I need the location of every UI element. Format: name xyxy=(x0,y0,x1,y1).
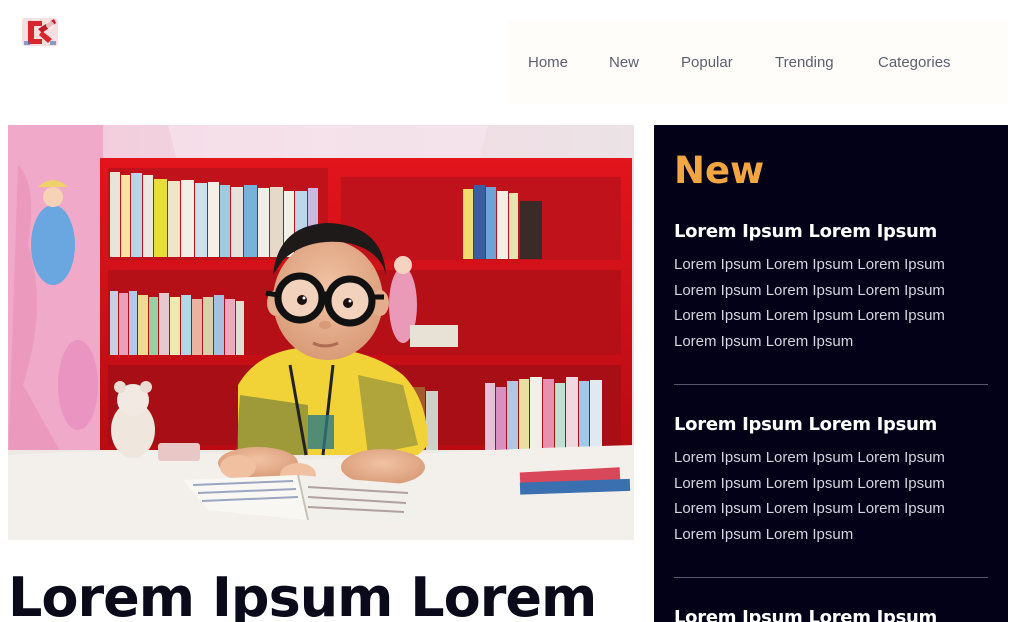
sidebar-divider xyxy=(674,577,988,578)
hero-image[interactable] xyxy=(8,125,634,540)
sidebar-article-title[interactable]: Lorem Ipsum Lorem Ipsum xyxy=(674,414,988,435)
nav-new[interactable]: New xyxy=(609,54,639,71)
sidebar-article[interactable]: Lorem Ipsum Lorem Ipsum xyxy=(674,607,988,622)
sidebar-title: New xyxy=(674,149,765,192)
nav-trending[interactable]: Trending xyxy=(775,54,834,71)
article-headline[interactable]: Lorem Ipsum Lorem xyxy=(8,566,597,622)
sidebar-article[interactable]: Lorem Ipsum Lorem Ipsum Lorem Ipsum Lore… xyxy=(674,221,988,355)
main-nav: Home New Popular Trending Categories xyxy=(508,20,1008,104)
nav-categories[interactable]: Categories xyxy=(878,54,951,71)
sidebar-article-excerpt: Lorem Ipsum Lorem Ipsum Lorem Ipsum Lore… xyxy=(674,256,945,351)
sidebar-article-title[interactable]: Lorem Ipsum Lorem Ipsum xyxy=(674,607,988,622)
logo-icon xyxy=(22,18,58,46)
sidebar-divider xyxy=(674,384,988,385)
nav-popular[interactable]: Popular xyxy=(681,54,733,71)
sidebar-article-title[interactable]: Lorem Ipsum Lorem Ipsum xyxy=(674,221,988,242)
new-sidebar: New Lorem Ipsum Lorem Ipsum Lorem Ipsum … xyxy=(654,125,1008,622)
sidebar-article[interactable]: Lorem Ipsum Lorem Ipsum Lorem Ipsum Lore… xyxy=(674,414,988,548)
site-logo[interactable] xyxy=(20,15,60,49)
nav-home[interactable]: Home xyxy=(528,54,568,71)
sidebar-article-excerpt: Lorem Ipsum Lorem Ipsum Lorem Ipsum Lore… xyxy=(674,449,945,544)
